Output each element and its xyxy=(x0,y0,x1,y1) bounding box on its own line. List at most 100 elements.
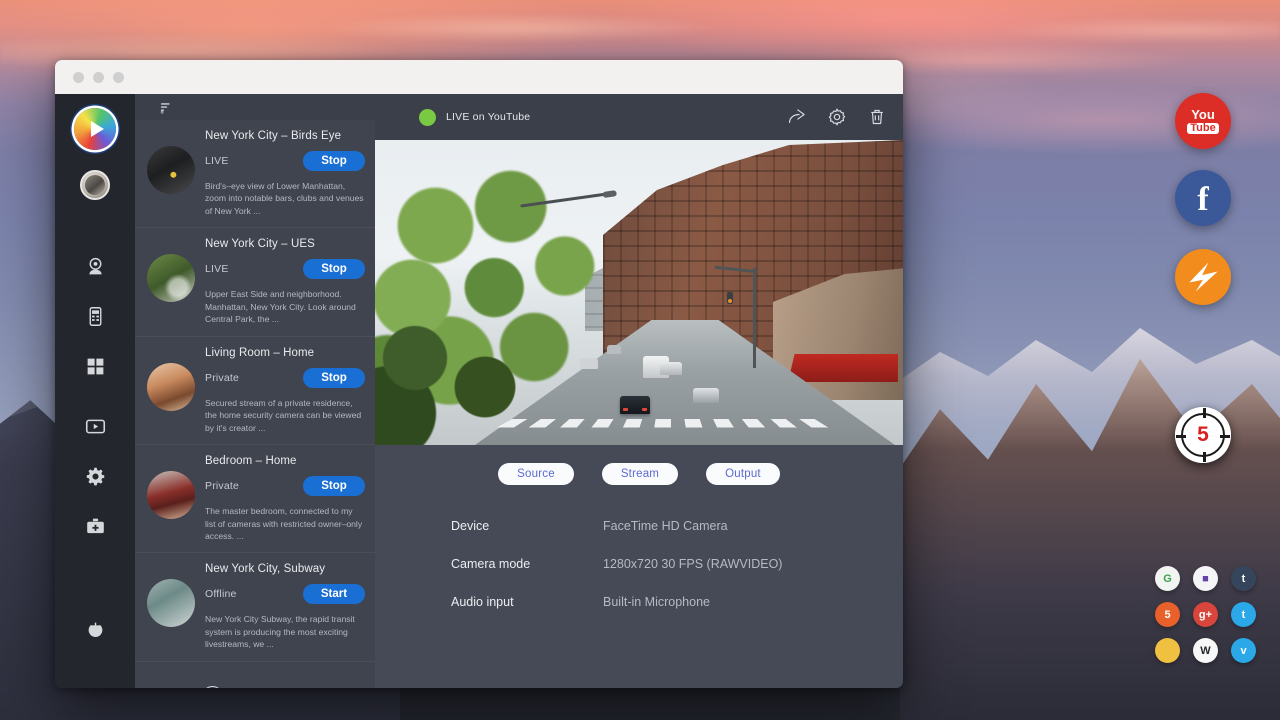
preview-trees-shadow xyxy=(375,300,565,445)
gear-icon[interactable] xyxy=(75,456,115,496)
preview-signal-pole xyxy=(753,268,756,368)
tab-source[interactable]: Source xyxy=(498,463,574,485)
camera-description: New York City Subway, the rapid transit … xyxy=(205,613,365,650)
detail-fields: DeviceFaceTime HD Camera Camera mode1280x… xyxy=(375,485,903,633)
preview-car xyxy=(607,345,621,354)
dock-mini-tumblr[interactable]: t xyxy=(1231,566,1256,591)
camera-thumbnail xyxy=(147,579,195,627)
user-avatar[interactable] xyxy=(80,170,110,200)
camera-list-item[interactable]: Bedroom – Home Private Stop The master bedr… xyxy=(135,445,375,553)
dock-mini-vimeo[interactable]: v xyxy=(1231,638,1256,663)
detail-value: Built-in Microphone xyxy=(603,595,710,609)
detail-label: Camera mode xyxy=(451,557,603,571)
camera-description: The master bedroom, connected to my list… xyxy=(205,505,365,542)
sort-icon[interactable] xyxy=(153,94,179,120)
preview-car xyxy=(620,396,650,414)
camera-state: Private xyxy=(205,480,239,492)
target-five-label: 5 xyxy=(1197,423,1209,447)
main-toolbar: LIVE on YouTube xyxy=(375,94,903,140)
dock-wowza[interactable] xyxy=(1175,249,1231,305)
detail-label: Audio input xyxy=(451,595,603,609)
gear-icon[interactable] xyxy=(827,107,847,127)
dock-mini-five[interactable]: 5 xyxy=(1155,602,1180,627)
detail-label: Device xyxy=(451,519,603,533)
live-status: LIVE on YouTube xyxy=(419,109,530,126)
dock-youtube[interactable]: You Tube xyxy=(1175,93,1231,149)
detail-row: Camera mode1280x720 30 FPS (RAWVIDEO) xyxy=(451,557,903,571)
camera-state: Offline xyxy=(205,588,237,600)
camera-action-button[interactable]: Stop xyxy=(303,259,365,279)
tab-stream[interactable]: Stream xyxy=(602,463,678,485)
first-aid-kit-icon[interactable] xyxy=(75,506,115,546)
camera-thumbnail xyxy=(147,254,195,302)
app-logo[interactable] xyxy=(74,108,116,150)
dock-mini-wordpress[interactable]: W xyxy=(1193,638,1218,663)
tab-output[interactable]: Output xyxy=(706,463,780,485)
camera-list-panel: New York City – Birds Eye LIVE Stop Bird's–… xyxy=(135,94,375,688)
close-button[interactable] xyxy=(73,72,84,83)
camera-state: Private xyxy=(205,372,239,384)
camera-list-header xyxy=(135,94,375,120)
app-window: New York City – Birds Eye LIVE Stop Bird's–… xyxy=(55,60,903,688)
preview-traffic-signal xyxy=(727,292,733,304)
share-icon[interactable] xyxy=(787,107,807,127)
webcam-icon[interactable] xyxy=(75,246,115,286)
preview-car xyxy=(580,358,598,369)
wowza-bolt-icon xyxy=(1181,255,1225,299)
preview-car xyxy=(693,388,719,403)
trash-icon[interactable] xyxy=(867,107,887,127)
detail-row: DeviceFaceTime HD Camera xyxy=(451,519,903,533)
camera-list-item[interactable]: Living Room – Home Private Stop Secured str… xyxy=(135,337,375,445)
grid-icon[interactable] xyxy=(75,346,115,386)
camera-thumbnail xyxy=(147,363,195,411)
dock-youtube-label-top: You xyxy=(1191,108,1215,121)
dock-youtube-label-bottom: Tube xyxy=(1187,123,1218,134)
detail-value: FaceTime HD Camera xyxy=(603,519,728,533)
video-player-icon[interactable] xyxy=(75,406,115,446)
camera-action-button[interactable]: Start xyxy=(303,584,365,604)
dock-target-five[interactable]: 5 xyxy=(1175,407,1231,463)
preview-red-awning xyxy=(788,354,898,382)
camera-description: Secured stream of a private residence, t… xyxy=(205,397,365,434)
camera-title: New York City, Subway xyxy=(205,563,365,575)
camera-video-preview[interactable] xyxy=(375,140,903,445)
window-titlebar xyxy=(55,60,903,94)
minimize-button[interactable] xyxy=(93,72,104,83)
dock-mini-googleplus[interactable]: g+ xyxy=(1193,602,1218,627)
camera-list-item[interactable]: New York City, Subway Offline Start New Yor… xyxy=(135,553,375,661)
dock-mini-twitter[interactable]: t xyxy=(1231,602,1256,627)
dock-mini-glow[interactable] xyxy=(1155,638,1180,663)
facebook-glyph: f xyxy=(1197,183,1208,217)
camera-description: Bird's–eye view of Lower Manhattan, zoom… xyxy=(205,180,365,217)
camera-title: Bedroom – Home xyxy=(205,455,365,467)
camera-list-item[interactable]: New York City – UES LIVE Stop Upper East Si… xyxy=(135,228,375,336)
dock-facebook[interactable]: f xyxy=(1175,170,1231,226)
camera-state: LIVE xyxy=(205,155,229,167)
live-status-label: LIVE on YouTube xyxy=(446,111,530,123)
power-icon[interactable] xyxy=(75,610,115,650)
add-camera-button[interactable]: + Add Camera xyxy=(135,662,375,688)
camera-title: Living Room – Home xyxy=(205,347,365,359)
plus-circle-icon: + xyxy=(202,686,223,688)
icon-rail xyxy=(55,94,135,688)
camera-list-item[interactable]: New York City – Birds Eye LIVE Stop Bird's–… xyxy=(135,120,375,228)
camera-action-button[interactable]: Stop xyxy=(303,151,365,171)
camera-state: LIVE xyxy=(205,263,229,275)
camera-title: New York City – UES xyxy=(205,238,365,250)
camera-thumbnail xyxy=(147,471,195,519)
preview-car xyxy=(660,362,682,375)
main-content: LIVE on YouTube xyxy=(375,94,903,688)
camera-action-button[interactable]: Stop xyxy=(303,368,365,388)
detail-value: 1280x720 30 FPS (RAWVIDEO) xyxy=(603,557,782,571)
detail-row: Audio inputBuilt-in Microphone xyxy=(451,595,903,609)
camera-description: Upper East Side and neighborhood. Manhat… xyxy=(205,288,365,325)
dock-mini-grid: G■t5g+tWv xyxy=(1155,566,1265,666)
camera-thumbnail xyxy=(147,146,195,194)
camera-action-button[interactable]: Stop xyxy=(303,476,365,496)
maximize-button[interactable] xyxy=(113,72,124,83)
camera-title: New York City – Birds Eye xyxy=(205,130,365,142)
device-icon[interactable] xyxy=(75,296,115,336)
live-status-dot xyxy=(419,109,436,126)
dock-mini-twitch[interactable]: ■ xyxy=(1193,566,1218,591)
dock-mini-grabyo[interactable]: G xyxy=(1155,566,1180,591)
